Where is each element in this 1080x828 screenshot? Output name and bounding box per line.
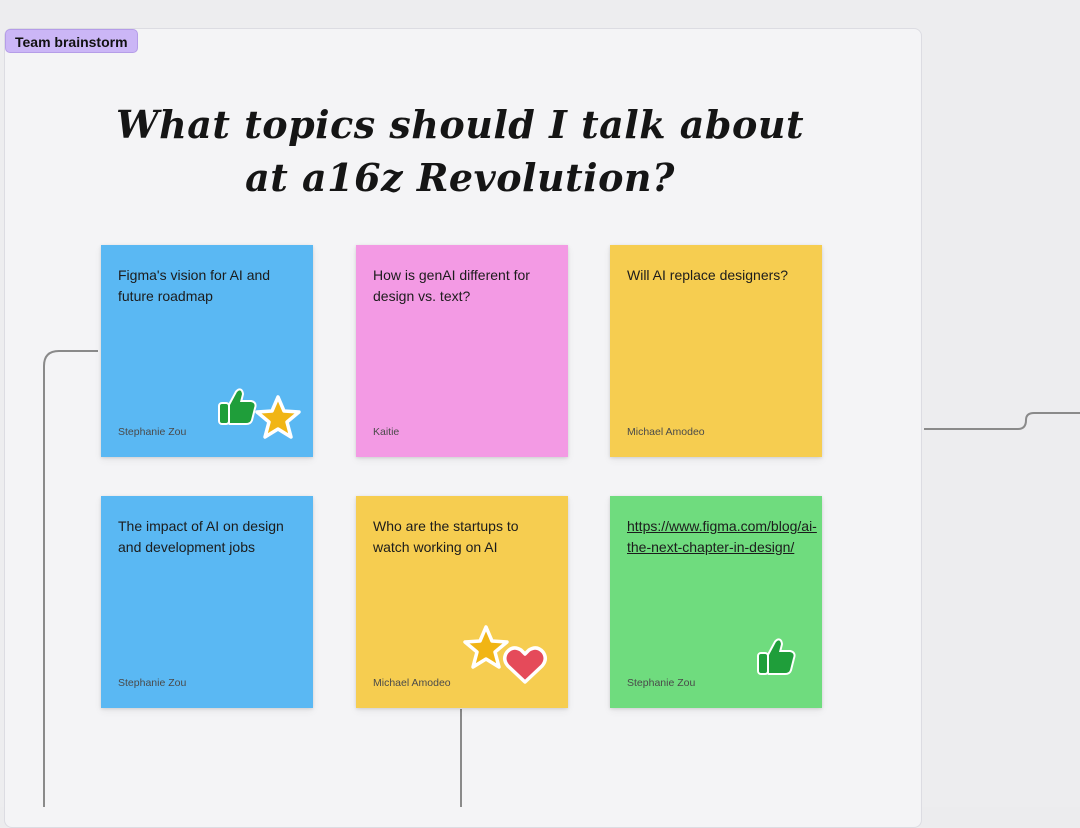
sticky-note-text: How is genAI different for design vs. te… xyxy=(373,267,530,304)
sticky-note-text: Figma's vision for AI and future roadmap xyxy=(118,267,271,304)
sticky-note-text: Who are the startups to watch working on… xyxy=(373,518,519,555)
sticky-note[interactable]: Will AI replace designers? Michael Amode… xyxy=(610,245,822,457)
connector-line-left[interactable] xyxy=(43,350,98,807)
sticky-note-text: Will AI replace designers? xyxy=(627,267,789,283)
sticky-note-author: Stephanie Zou xyxy=(118,426,187,438)
sticky-note-link[interactable]: https://www.figma.com/blog/ai-the-next-c… xyxy=(627,516,817,558)
sticky-note[interactable]: The impact of AI on design and developme… xyxy=(101,496,313,708)
sticky-note-author: Michael Amodeo xyxy=(373,677,451,689)
heart-icon[interactable] xyxy=(501,642,549,686)
sticky-note-text: The impact of AI on design and developme… xyxy=(118,518,284,555)
sticky-note-author: Stephanie Zou xyxy=(118,677,187,689)
connector-line-right[interactable] xyxy=(924,412,1080,430)
thumbs-up-icon[interactable] xyxy=(753,634,799,680)
sticky-note[interactable]: How is genAI different for design vs. te… xyxy=(356,245,568,457)
section-label[interactable]: Team brainstorm xyxy=(5,29,138,53)
sticky-note-author: Michael Amodeo xyxy=(627,426,705,438)
sticky-note-author: Stephanie Zou xyxy=(627,677,696,689)
sticky-note-author: Kaitie xyxy=(373,426,400,438)
star-icon[interactable] xyxy=(254,394,302,440)
